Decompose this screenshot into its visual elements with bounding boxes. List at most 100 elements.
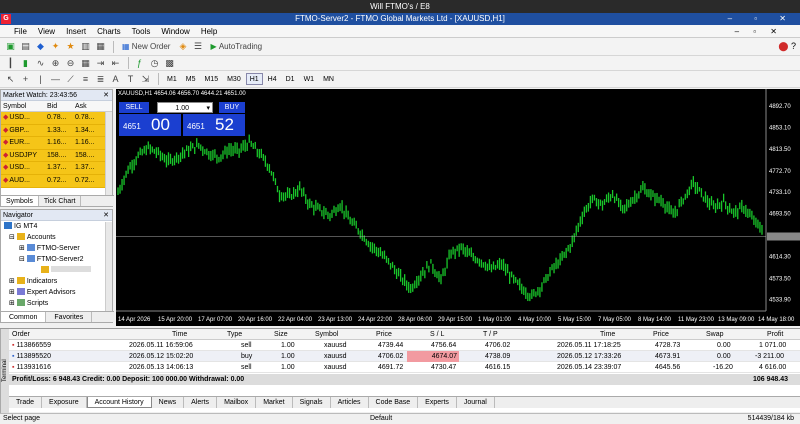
zoom-out-icon[interactable]: ⊖ <box>64 57 77 70</box>
list-item[interactable]: ◆USDJPY 158.... 158.... <box>1 149 112 163</box>
column-size[interactable]: Size <box>274 329 288 340</box>
tile-icon[interactable]: ▦ <box>79 57 92 70</box>
list-item[interactable]: ◆USD... 0.78... 0.78... <box>1 112 112 125</box>
tab-signals[interactable]: Signals <box>293 397 331 408</box>
menu-charts[interactable]: Charts <box>97 27 121 36</box>
lot-size-input[interactable]: 1.00 ▾ <box>157 102 213 113</box>
new-chart-icon[interactable]: ▣ <box>4 40 17 53</box>
market-watch-scrollbar[interactable] <box>105 112 112 196</box>
column-time[interactable]: Time <box>172 329 187 340</box>
nav-item-ftmo-server[interactable]: ⊞ FTMO-Server <box>1 243 112 254</box>
tester-icon[interactable]: ▦ <box>94 40 107 53</box>
column-symbol[interactable]: Symbol <box>315 329 338 340</box>
navigator-icon[interactable]: ★ <box>64 40 77 53</box>
timeframe-m15[interactable]: M15 <box>200 73 222 85</box>
timeframe-d1[interactable]: D1 <box>282 73 299 85</box>
tab-experts[interactable]: Experts <box>418 397 457 408</box>
menu-file[interactable]: File <box>14 27 27 36</box>
tab-exposure[interactable]: Exposure <box>42 397 87 408</box>
profiles-icon[interactable]: ▤ <box>19 40 32 53</box>
tab-market[interactable]: Market <box>256 397 293 408</box>
text-icon[interactable]: A <box>109 73 122 86</box>
list-item[interactable]: ◆EUR... 1.16... 1.16... <box>1 137 112 150</box>
new-order-button[interactable]: ▦ New Order <box>118 40 174 53</box>
candles-icon[interactable]: ▮ <box>19 57 32 70</box>
nav-item-account[interactable] <box>1 265 112 276</box>
chart-shift-icon[interactable]: ⇤ <box>109 57 122 70</box>
fibo-icon[interactable]: ≣ <box>94 73 107 86</box>
tab-mailbox[interactable]: Mailbox <box>217 397 257 408</box>
column-close-time[interactable]: Time <box>600 329 615 340</box>
timeframe-h1[interactable]: H1 <box>245 73 263 85</box>
column-profit[interactable]: Profit <box>767 329 783 340</box>
timeframe-m30[interactable]: M30 <box>223 73 245 85</box>
column-tp[interactable]: T / P <box>483 329 498 340</box>
tab-news[interactable]: News <box>152 397 185 408</box>
nav-item-expert-advisors[interactable]: ⊞ Expert Advisors <box>1 287 112 298</box>
column-swap[interactable]: Swap <box>706 329 724 340</box>
tab-tick-chart[interactable]: Tick Chart <box>39 196 82 206</box>
timeframe-m1[interactable]: M1 <box>163 73 181 85</box>
column-sl[interactable]: S / L <box>430 329 444 340</box>
autotrading-button[interactable]: ▶ AutoTrading <box>206 40 266 53</box>
metaeditor-icon[interactable]: ◈ <box>176 40 189 53</box>
list-item[interactable]: ◆GBP... 1.33... 1.34... <box>1 124 112 138</box>
nav-item-ig-mt4[interactable]: IG MT4 <box>1 221 112 232</box>
column-symbol[interactable]: Symbol <box>1 101 45 111</box>
price-chart[interactable]: 4892.70 4853.10 4813.50 4772.70 4733.10 4693.… <box>116 89 800 326</box>
window-controls[interactable]: – ▫ ✕ <box>728 13 796 25</box>
timeframe-m5[interactable]: M5 <box>182 73 200 85</box>
column-bid[interactable]: Bid <box>45 101 73 111</box>
tab-journal[interactable]: Journal <box>457 397 495 408</box>
periods-icon[interactable]: ◷ <box>148 57 161 70</box>
list-item[interactable]: ◆USD... 1.37... 1.37... <box>1 162 112 175</box>
timeframe-h4[interactable]: H4 <box>264 73 281 85</box>
trendline-icon[interactable]: ⟋ <box>64 73 77 86</box>
mdi-controls[interactable]: – ▫ ✕ <box>735 25 783 38</box>
cursor-icon[interactable]: ↖ <box>4 73 17 86</box>
data-window-icon[interactable]: ✦ <box>49 40 62 53</box>
sell-button[interactable]: SELL <box>119 102 149 113</box>
navigator-scrollbar[interactable] <box>105 222 112 312</box>
templates-icon[interactable]: ▩ <box>163 57 176 70</box>
nav-item-scripts[interactable]: ⊞ Scripts <box>1 298 112 309</box>
bar-chart-icon[interactable]: ┃ <box>4 57 17 70</box>
table-row[interactable]: ▪ 113895520 2026.05.12 15:02:20 buy 1.00… <box>9 351 800 362</box>
arrows-icon[interactable]: ⇲ <box>139 73 152 86</box>
line-chart-icon[interactable]: ∿ <box>34 57 47 70</box>
buy-button[interactable]: BUY <box>219 102 245 113</box>
timeframe-mn[interactable]: MN <box>319 73 338 85</box>
timeframe-w1[interactable]: W1 <box>300 73 319 85</box>
channel-icon[interactable]: ≡ <box>79 73 92 86</box>
tab-code-base[interactable]: Code Base <box>369 397 419 408</box>
column-type[interactable]: Type <box>227 329 242 340</box>
tab-alerts[interactable]: Alerts <box>184 397 218 408</box>
signals-icon[interactable]: ☰ <box>191 40 204 53</box>
column-ask[interactable]: Ask <box>73 101 103 111</box>
autoscroll-icon[interactable]: ⇥ <box>94 57 107 70</box>
close-icon[interactable]: ✕ <box>103 210 109 221</box>
buy-price-button[interactable]: 4651 52 <box>183 114 245 136</box>
tab-trade[interactable]: Trade <box>9 397 43 408</box>
nav-item-ftmo-server2[interactable]: ⊟ FTMO-Server2 <box>1 254 112 265</box>
tab-symbols[interactable]: Symbols <box>1 196 39 206</box>
label-icon[interactable]: T <box>124 73 137 86</box>
horizontal-line-icon[interactable]: — <box>49 73 62 86</box>
indicators-icon[interactable]: ƒ <box>133 57 146 70</box>
zoom-in-icon[interactable]: ⊕ <box>49 57 62 70</box>
table-row[interactable]: ▪ 113866559 2026.05.11 16:59:06 sell 1.0… <box>9 340 800 351</box>
menu-insert[interactable]: Insert <box>66 27 86 36</box>
toolbar-right-icons[interactable]: ⬤ ? <box>778 41 796 52</box>
tab-articles[interactable]: Articles <box>331 397 369 408</box>
sell-price-button[interactable]: 4651 00 <box>119 114 181 136</box>
close-icon[interactable]: ✕ <box>103 90 109 101</box>
terminal-icon[interactable]: ▥ <box>79 40 92 53</box>
column-close-price[interactable]: Price <box>653 329 669 340</box>
crosshair-icon[interactable]: + <box>19 73 32 86</box>
table-row[interactable]: ▪ 113931616 2026.05.13 14:06:13 sell 1.0… <box>9 362 800 373</box>
column-order[interactable]: Order <box>12 329 30 340</box>
market-watch-icon[interactable]: ◆ <box>34 40 47 53</box>
menu-tools[interactable]: Tools <box>132 27 151 36</box>
nav-item-accounts[interactable]: ⊟ Accounts <box>1 232 112 243</box>
column-price[interactable]: Price <box>376 329 392 340</box>
